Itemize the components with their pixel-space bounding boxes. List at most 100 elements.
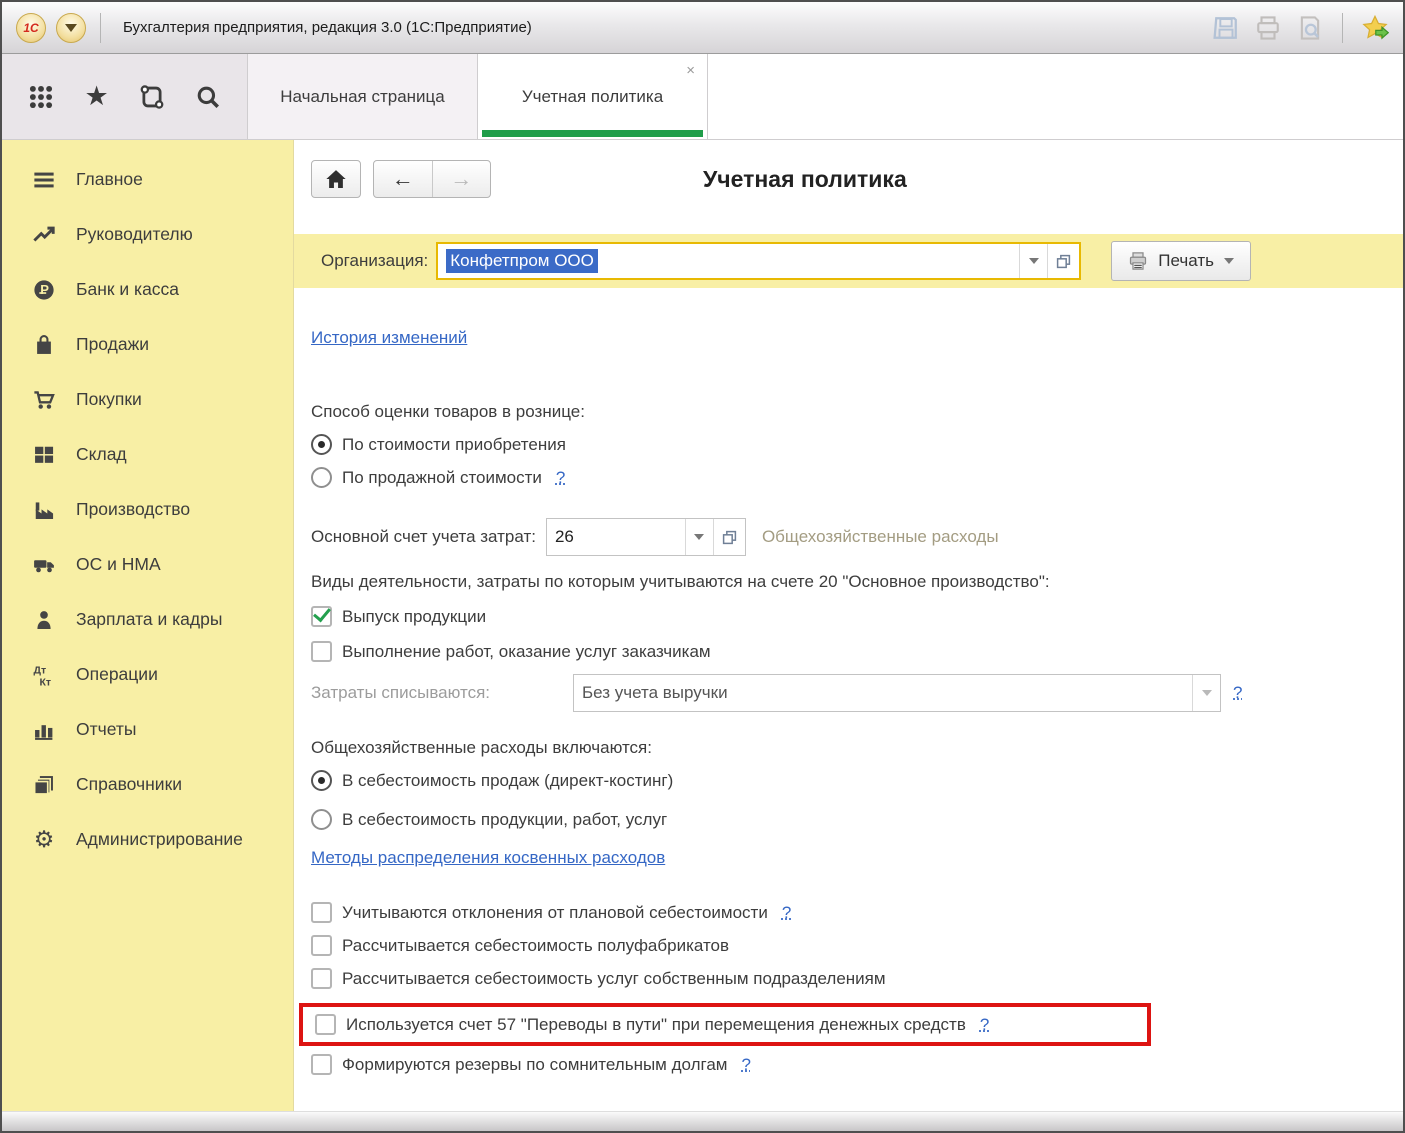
1c-logo-icon: 1С bbox=[23, 21, 38, 35]
sidebar-item-label: Справочники bbox=[76, 774, 182, 795]
checkbox-row-doubtful-debts-reserves[interactable]: Формируются резервы по сомнительным долг… bbox=[311, 1054, 1403, 1075]
checkbox-row-production-output[interactable]: Выпуск продукции bbox=[311, 606, 1403, 627]
sidebar-item-label: Банк и касса bbox=[76, 279, 179, 300]
costs-writeoff-combo[interactable]: Без учета выручки bbox=[573, 674, 1221, 712]
checkbox-label: Рассчитывается себестоимость полуфабрика… bbox=[342, 936, 729, 956]
save-icon[interactable] bbox=[1212, 14, 1240, 42]
checkbox-row-plan-cost-deviations[interactable]: Учитываются отклонения от плановой себес… bbox=[311, 902, 1403, 923]
costs-writeoff-dropdown-button[interactable] bbox=[1192, 675, 1220, 711]
forward-button[interactable]: → bbox=[433, 161, 491, 197]
radio-row-product-cost[interactable]: В себестоимость продукции, работ, услуг bbox=[311, 809, 1403, 830]
close-icon[interactable]: × bbox=[686, 62, 695, 79]
radio-row-acquisition-cost[interactable]: По стоимости приобретения bbox=[311, 434, 1403, 455]
radio-checked-icon[interactable] bbox=[311, 770, 332, 791]
preview-icon[interactable] bbox=[1296, 14, 1324, 42]
sidebar-item-bank-kassa[interactable]: Р Банк и касса bbox=[2, 262, 293, 317]
bag-icon bbox=[32, 333, 56, 357]
divider bbox=[100, 13, 101, 43]
organization-value: Конфетпром ООО bbox=[446, 249, 598, 273]
sidebar-item-label: Продажи bbox=[76, 334, 149, 355]
history-link[interactable]: История изменений bbox=[311, 328, 467, 348]
indirect-costs-methods-link[interactable]: Методы распределения косвенных расходов bbox=[311, 848, 665, 868]
ruble-icon: Р bbox=[32, 278, 56, 302]
radio-checked-icon[interactable] bbox=[311, 434, 332, 455]
help-link[interactable]: ? bbox=[741, 1055, 750, 1075]
print-icon[interactable] bbox=[1254, 14, 1282, 42]
sidebar-item-rukovoditelyu[interactable]: Руководителю bbox=[2, 207, 293, 262]
checkbox-row-own-departments-services[interactable]: Рассчитывается себестоимость услуг собст… bbox=[311, 968, 1403, 989]
highlight-red-box: Используется счет 57 "Переводы в пути" п… bbox=[299, 1003, 1151, 1046]
tab-strip: ★ Начальная страница Учетная политика × bbox=[2, 54, 1403, 140]
cost-account-dropdown-button[interactable] bbox=[685, 519, 713, 555]
history-icon[interactable] bbox=[135, 80, 169, 114]
radio-label: По стоимости приобретения bbox=[342, 435, 566, 455]
person-icon bbox=[32, 608, 56, 632]
divider bbox=[1342, 13, 1343, 43]
sidebar-item-label: Зарплата и кадры bbox=[76, 609, 222, 630]
sidebar-item-otchety[interactable]: Отчеты bbox=[2, 702, 293, 757]
help-link[interactable]: ? bbox=[1233, 683, 1242, 703]
favorites-icon[interactable]: ★ bbox=[80, 80, 114, 114]
dt-kt-icon: ДтКт bbox=[32, 663, 56, 687]
organization-field[interactable]: Конфетпром ООО bbox=[436, 242, 1081, 280]
svg-text:Р: Р bbox=[40, 282, 49, 297]
sidebar-item-proizvodstvo[interactable]: Производство bbox=[2, 482, 293, 537]
main-menu-button[interactable] bbox=[56, 13, 86, 43]
app-window: 1С Бухгалтерия предприятия, редакция 3.0… bbox=[0, 0, 1405, 1133]
sidebar-item-spravochniki[interactable]: Справочники bbox=[2, 757, 293, 812]
back-button[interactable]: ← bbox=[374, 161, 433, 197]
sidebar-item-glavnoe[interactable]: Главное bbox=[2, 152, 293, 207]
favorites-star-icon[interactable] bbox=[1361, 14, 1389, 42]
apps-grid-icon[interactable] bbox=[24, 80, 58, 114]
sidebar-item-sklad[interactable]: Склад bbox=[2, 427, 293, 482]
nav-back-forward-group: ← → bbox=[373, 160, 491, 198]
cost-account-description: Общехозяйственные расходы bbox=[762, 527, 999, 547]
checkbox-checked-icon[interactable] bbox=[311, 606, 332, 627]
checkbox-unchecked-icon[interactable] bbox=[315, 1014, 336, 1035]
sidebar-item-label: Покупки bbox=[76, 389, 142, 410]
sidebar-item-pokupki[interactable]: Покупки bbox=[2, 372, 293, 427]
sidebar-item-zarplata-kadry[interactable]: Зарплата и кадры bbox=[2, 592, 293, 647]
help-link[interactable]: ? bbox=[980, 1015, 989, 1035]
sidebar-item-os-nma[interactable]: ОС и НМА bbox=[2, 537, 293, 592]
organization-open-button[interactable] bbox=[1047, 244, 1079, 278]
checkbox-row-works-services[interactable]: Выполнение работ, оказание услуг заказчи… bbox=[311, 641, 1403, 662]
blocks-icon bbox=[32, 443, 56, 467]
checkbox-unchecked-icon[interactable] bbox=[311, 641, 332, 662]
checkbox-unchecked-icon[interactable] bbox=[311, 968, 332, 989]
tab-home[interactable]: Начальная страница bbox=[248, 54, 478, 139]
checkbox-label: Формируются резервы по сомнительным долг… bbox=[342, 1055, 727, 1075]
sidebar-item-operacii[interactable]: ДтКт Операции bbox=[2, 647, 293, 702]
checkbox-unchecked-icon[interactable] bbox=[311, 902, 332, 923]
checkbox-row-account-57-transfers[interactable]: Используется счет 57 "Переводы в пути" п… bbox=[315, 1014, 989, 1035]
retail-valuation-label: Способ оценки товаров в рознице: bbox=[311, 402, 1403, 422]
tab-label: Учетная политика bbox=[522, 87, 663, 107]
cost-account-field[interactable]: 26 bbox=[546, 518, 746, 556]
checkbox-unchecked-icon[interactable] bbox=[311, 1054, 332, 1075]
activities-label: Виды деятельности, затраты по которым уч… bbox=[311, 572, 1403, 592]
tab-accounting-policy[interactable]: Учетная политика × bbox=[478, 54, 708, 139]
sidebar-item-administrirovanie[interactable]: ⚙ Администрирование bbox=[2, 812, 293, 867]
title-bar: 1С Бухгалтерия предприятия, редакция 3.0… bbox=[2, 2, 1403, 54]
cost-account-open-button[interactable] bbox=[713, 519, 745, 555]
help-link[interactable]: ? bbox=[782, 903, 791, 923]
print-button-label: Печать bbox=[1158, 251, 1214, 271]
quick-toolbar: ★ bbox=[2, 54, 248, 139]
radio-unchecked-icon[interactable] bbox=[311, 467, 332, 488]
radio-unchecked-icon[interactable] bbox=[311, 809, 332, 830]
radio-row-direct-costing[interactable]: В себестоимость продаж (директ-костинг) bbox=[311, 770, 1403, 791]
organization-label: Организация: bbox=[321, 251, 428, 271]
checkbox-row-semifinished-cost[interactable]: Рассчитывается себестоимость полуфабрика… bbox=[311, 935, 1403, 956]
1c-logo-button[interactable]: 1С bbox=[16, 13, 46, 43]
print-button[interactable]: Печать bbox=[1111, 241, 1251, 281]
cost-account-value: 26 bbox=[547, 519, 685, 555]
organization-dropdown-button[interactable] bbox=[1019, 244, 1047, 278]
checkbox-unchecked-icon[interactable] bbox=[311, 935, 332, 956]
sidebar-item-label: Склад bbox=[76, 444, 127, 465]
tabstrip-spacer bbox=[708, 54, 1403, 139]
sidebar-item-prodazhi[interactable]: Продажи bbox=[2, 317, 293, 372]
radio-row-sale-cost[interactable]: По продажной стоимости ? bbox=[311, 467, 1403, 488]
search-icon[interactable] bbox=[191, 80, 225, 114]
home-button[interactable] bbox=[311, 160, 361, 198]
help-link[interactable]: ? bbox=[556, 468, 565, 488]
